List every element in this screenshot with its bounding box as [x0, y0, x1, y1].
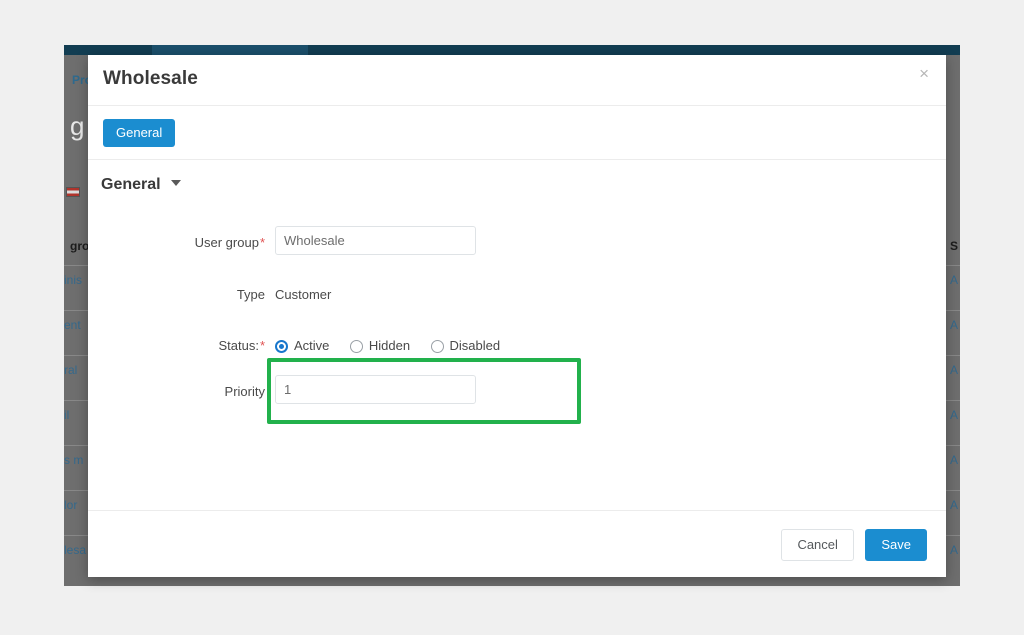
- priority-control: [275, 375, 476, 404]
- user-group-modal: Wholesale × General General User group* …: [88, 55, 946, 577]
- table-row-status: A: [950, 273, 958, 287]
- modal-header: Wholesale ×: [88, 55, 946, 106]
- section-header-label: General: [101, 176, 161, 193]
- form-row-type: Type Customer: [88, 278, 946, 312]
- priority-label: Priority: [88, 375, 265, 409]
- browser-page: Pro g gro S inis A ent A ral A il A s m …: [0, 0, 1024, 635]
- table-row[interactable]: ent: [64, 318, 81, 332]
- table-row-status: A: [950, 363, 958, 377]
- app-top-bar-accent: [152, 45, 308, 55]
- type-label: Type: [88, 278, 265, 312]
- required-asterisk: *: [260, 338, 265, 353]
- table-column-header-name: gro: [70, 239, 89, 253]
- save-button[interactable]: Save: [865, 529, 927, 561]
- table-row-status: A: [950, 498, 958, 512]
- page-title: g: [70, 111, 84, 142]
- cancel-button[interactable]: Cancel: [781, 529, 853, 561]
- tab-general[interactable]: General: [103, 119, 175, 147]
- table-row-status: A: [950, 408, 958, 422]
- table-row[interactable]: ral: [64, 363, 77, 377]
- table-row-status: A: [950, 453, 958, 467]
- modal-tab-bar: General: [88, 106, 946, 160]
- table-row[interactable]: lesa: [64, 543, 86, 557]
- modal-body: General User group* Type Customer Status…: [88, 160, 946, 510]
- status-radio-active[interactable]: Active: [275, 329, 329, 363]
- user-group-label: User group*: [88, 226, 265, 260]
- radio-indicator: [350, 340, 363, 353]
- form-row-status: Status:* Active Hidden Disabled: [88, 329, 946, 363]
- table-column-header-status: S: [950, 239, 958, 253]
- radio-indicator: [431, 340, 444, 353]
- modal-footer: Cancel Save: [88, 510, 946, 577]
- priority-input[interactable]: [275, 375, 476, 404]
- chevron-down-icon[interactable]: [171, 180, 181, 186]
- radio-indicator: [275, 340, 288, 353]
- user-group-input[interactable]: [275, 226, 476, 255]
- modal-title: Wholesale: [103, 68, 198, 90]
- user-group-control: [275, 226, 476, 255]
- section-header-general[interactable]: General: [101, 176, 181, 194]
- status-radio-hidden-label: Hidden: [369, 329, 410, 363]
- table-row[interactable]: inis: [64, 273, 82, 287]
- status-radio-disabled-label: Disabled: [450, 329, 501, 363]
- status-radio-active-label: Active: [294, 329, 329, 363]
- table-row-status: A: [950, 318, 958, 332]
- flag-icon: [66, 187, 80, 197]
- table-row[interactable]: lor: [64, 498, 77, 512]
- table-row[interactable]: il: [64, 408, 69, 422]
- required-asterisk: *: [260, 235, 265, 250]
- status-radio-group: Active Hidden Disabled: [275, 329, 516, 366]
- close-icon[interactable]: ×: [915, 63, 933, 84]
- type-value: Customer: [275, 278, 331, 312]
- form-row-priority: Priority: [88, 375, 946, 409]
- table-row-status: A: [950, 543, 958, 557]
- status-label: Status:*: [88, 329, 265, 363]
- status-radio-hidden[interactable]: Hidden: [350, 329, 410, 363]
- table-row[interactable]: s m: [64, 453, 83, 467]
- form-row-user-group: User group*: [88, 226, 946, 260]
- status-radio-disabled[interactable]: Disabled: [431, 329, 501, 363]
